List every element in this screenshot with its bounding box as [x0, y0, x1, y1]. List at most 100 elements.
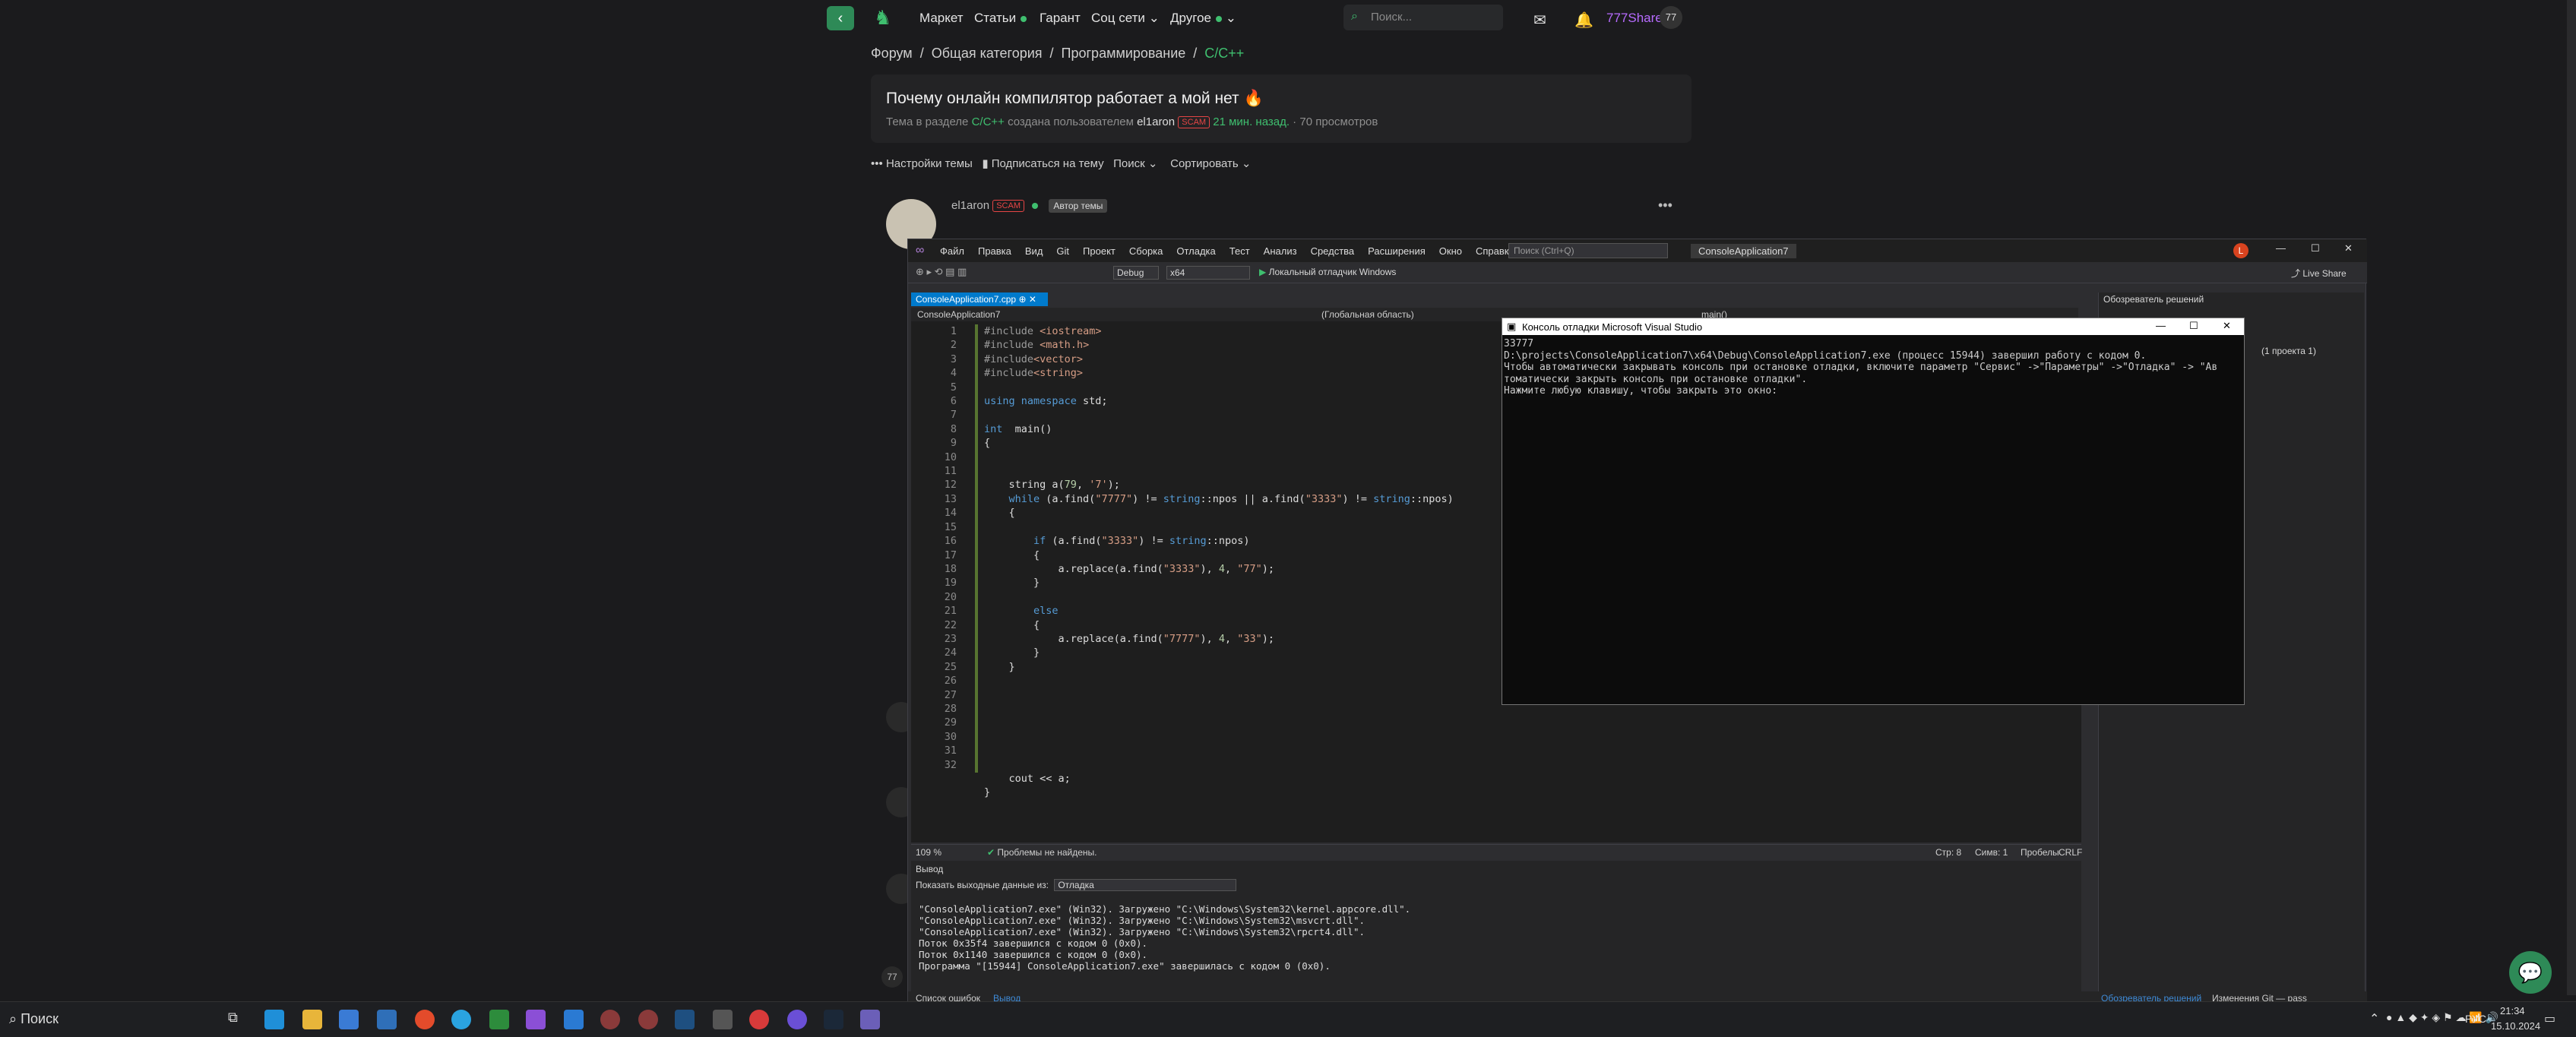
nav-guarantor[interactable]: Гарант	[1040, 11, 1081, 26]
forum-search-input[interactable]: ⌕ Поиск...	[1343, 5, 1503, 30]
nav-back-icon[interactable]: ⊕ ▸ ⟲ ▤ ▥	[916, 266, 967, 278]
bell-icon[interactable]: 🔔	[1574, 11, 1593, 30]
vs-search-input[interactable]: Поиск (Ctrl+Q)	[1508, 243, 1668, 258]
forum-logo-icon[interactable]: ♞	[874, 6, 900, 30]
post-author[interactable]: el1aron	[951, 199, 989, 212]
menu-project[interactable]: Проект	[1083, 245, 1116, 257]
solution-item[interactable]: (1 проекта 1)	[2261, 346, 2316, 356]
editor-tab[interactable]: ConsoleApplication7.cpp ⊕ ✕	[911, 292, 1048, 306]
solution-title: ConsoleApplication7	[1691, 244, 1796, 258]
crumb-forum[interactable]: Форум	[871, 46, 913, 61]
console-close-button[interactable]: ✕	[2223, 320, 2231, 332]
menu-edit[interactable]: Правка	[978, 245, 1011, 257]
post-menu-icon[interactable]: •••	[1658, 198, 1673, 213]
yandex-browser-icon[interactable]	[749, 1010, 769, 1029]
pycharm-icon[interactable]	[489, 1010, 509, 1029]
live-share-icon: ⤴	[2291, 268, 2301, 279]
debug-console-window[interactable]: ▣ Консоль отладки Microsoft Visual Studi…	[1502, 318, 2245, 705]
nav-articles[interactable]: Статьи	[974, 11, 1027, 26]
maximize-button[interactable]: ☐	[2311, 242, 2320, 255]
menu-extensions[interactable]: Расширения	[1368, 245, 1426, 257]
run-button[interactable]: ▶ Локальный отладчик Windows	[1259, 267, 1396, 277]
menu-build[interactable]: Сборка	[1129, 245, 1163, 257]
yandex-icon[interactable]	[415, 1010, 435, 1029]
menu-analyze[interactable]: Анализ	[1264, 245, 1297, 257]
discord-icon[interactable]	[787, 1010, 807, 1029]
output-text[interactable]: "ConsoleApplication7.exe" (Win32). Загру…	[919, 903, 1410, 972]
clock-date[interactable]: 15.10.2024	[2491, 1020, 2540, 1032]
output-source-dropdown[interactable]: Отладка	[1054, 879, 1237, 891]
platform-dropdown[interactable]: x64	[1166, 266, 1250, 280]
steam-icon[interactable]	[824, 1010, 843, 1029]
sort-button[interactable]: Сортировать	[1170, 157, 1239, 170]
console-minimize-button[interactable]: —	[2156, 320, 2166, 331]
app-icon[interactable]	[675, 1010, 695, 1029]
console-taskbar-icon[interactable]	[860, 1010, 880, 1029]
eol-mode[interactable]: CRLF	[2059, 847, 2082, 858]
menu-file[interactable]: Файл	[940, 245, 964, 257]
edge-icon[interactable]	[264, 1010, 284, 1029]
menu-test[interactable]: Тест	[1229, 245, 1250, 257]
problems-indicator[interactable]: ✔ Проблемы не найдены.	[987, 847, 1097, 858]
fire-icon: 🔥	[1243, 90, 1264, 107]
live-share-button[interactable]: ⤴ Live Share	[2291, 267, 2347, 280]
menu-debug[interactable]: Отладка	[1176, 245, 1215, 257]
close-button[interactable]: ✕	[2344, 242, 2353, 255]
language-indicator[interactable]: РУС	[2465, 1013, 2486, 1025]
notification-icon[interactable]: ▭	[2544, 1011, 2555, 1026]
visual-studio-icon[interactable]	[526, 1010, 546, 1029]
menu-git[interactable]: Git	[1056, 245, 1069, 257]
reply-avatar[interactable]: 77	[881, 966, 903, 988]
scam-badge: SCAM	[1178, 116, 1210, 129]
task-view-icon[interactable]: ⧉	[228, 1010, 238, 1026]
crumb-cpp[interactable]: C/C++	[1204, 46, 1244, 61]
nav-market[interactable]: Маркет	[919, 11, 964, 26]
scope-dropdown[interactable]: (Глобальная область)	[1321, 309, 1414, 320]
topic-settings-button[interactable]: Настройки темы	[886, 157, 973, 170]
mail-icon[interactable]	[377, 1010, 397, 1029]
topic-author-link[interactable]: el1aron	[1137, 115, 1175, 128]
app-icon[interactable]	[600, 1010, 620, 1029]
store-icon[interactable]	[339, 1010, 359, 1029]
avatar[interactable]: 77	[1660, 6, 1682, 29]
console-maximize-button[interactable]: ☐	[2189, 320, 2198, 332]
forum-navbar: ‹ ♞ Маркет Статьи Гарант Соц сети ⌄ Друг…	[0, 0, 2576, 36]
editor-statusbar: 109 % ✔ Проблемы не найдены. Стр: 8 Симв…	[911, 844, 2082, 859]
messages-icon[interactable]: ✉	[1533, 11, 1546, 30]
cursor-line: Стр: 8	[1935, 847, 1962, 858]
subscribe-button[interactable]: Подписаться на тему	[992, 157, 1104, 170]
chat-icon[interactable]: 💬	[2509, 951, 2552, 994]
menu-tools[interactable]: Средства	[1311, 245, 1355, 257]
telegram-icon[interactable]	[451, 1010, 471, 1029]
username[interactable]: 777Share	[1606, 11, 1663, 26]
crumb-programming[interactable]: Программирование	[1062, 46, 1186, 61]
tray-chevron-icon[interactable]: ⌃	[2369, 1011, 2379, 1026]
topic-section-link[interactable]: C/C++	[972, 115, 1005, 128]
explorer-icon[interactable]	[302, 1010, 322, 1029]
topic-toolbar: ••• Настройки темы ▮ Подписаться на тему…	[871, 157, 1252, 170]
zoom-dropdown[interactable]: 109 %	[916, 847, 941, 858]
vscode-icon[interactable]	[564, 1010, 584, 1029]
code-text[interactable]: #include <iostream> #include <math.h> #i…	[984, 324, 1454, 800]
app-icon[interactable]	[638, 1010, 658, 1029]
menu-view[interactable]: Вид	[1025, 245, 1043, 257]
topic-search-button[interactable]: Поиск	[1113, 157, 1145, 170]
account-icon[interactable]: L	[2233, 243, 2248, 258]
cursor-col: Симв: 1	[1975, 847, 2008, 858]
nav-other[interactable]: Другое ⌄	[1170, 11, 1236, 26]
indent-mode[interactable]: Пробелы	[2021, 847, 2059, 858]
taskbar-search[interactable]: ⌕ Поиск	[9, 1011, 59, 1027]
page-scrollbar[interactable]	[2567, 0, 2576, 995]
clock-time[interactable]: 21:34	[2500, 1005, 2525, 1016]
back-button[interactable]: ‹	[827, 6, 854, 30]
config-dropdown[interactable]: Debug	[1113, 266, 1159, 280]
project-dropdown[interactable]: ConsoleApplication7	[917, 309, 1000, 320]
calculator-icon[interactable]	[713, 1010, 733, 1029]
tab-close-icon[interactable]: ✕	[1029, 294, 1036, 305]
crumb-general[interactable]: Общая категория	[932, 46, 1043, 61]
more-icon[interactable]: •••	[871, 157, 883, 170]
minimize-button[interactable]: —	[2276, 242, 2286, 254]
menu-window[interactable]: Окно	[1439, 245, 1462, 257]
nav-social[interactable]: Соц сети ⌄	[1091, 11, 1160, 26]
pin-icon[interactable]: ⊕	[1018, 294, 1026, 305]
